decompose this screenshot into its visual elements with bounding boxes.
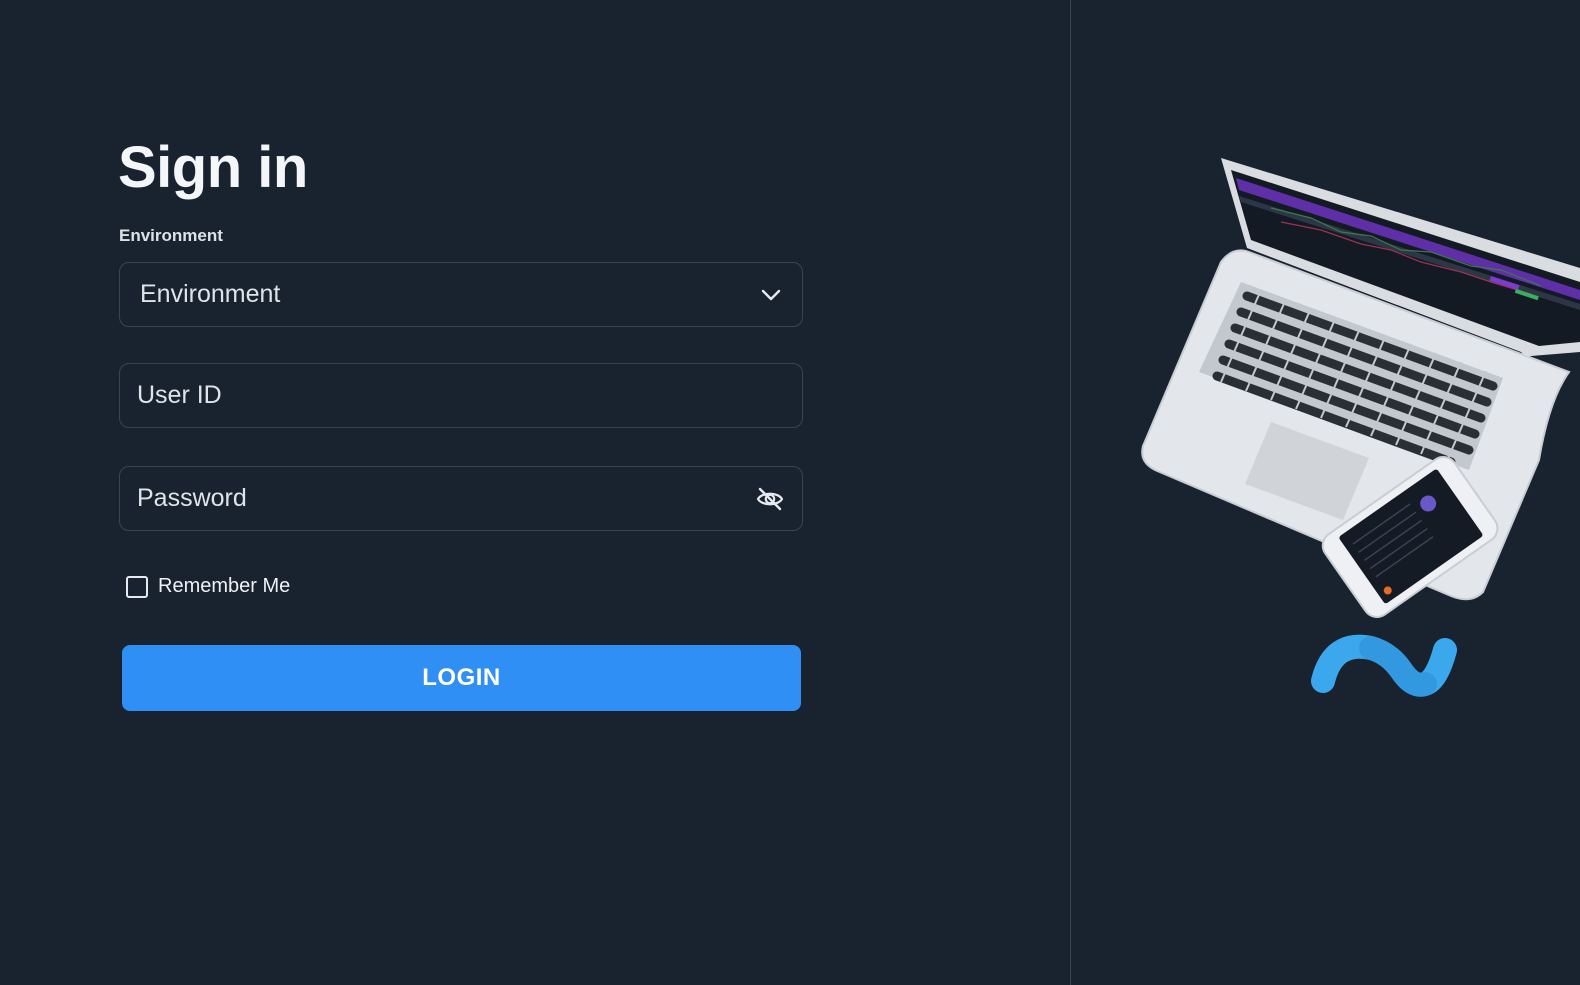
remember-me-toggle[interactable]: Remember Me <box>126 575 290 598</box>
password-field[interactable] <box>119 466 803 531</box>
login-page: Sign in Environment Environment User ID … <box>0 0 1580 985</box>
environment-select[interactable]: Environment <box>119 262 803 327</box>
login-button[interactable]: LOGIN <box>122 645 801 711</box>
user-id-field[interactable] <box>119 363 803 428</box>
page-title: Sign in <box>118 135 308 200</box>
password-input[interactable] <box>137 484 755 513</box>
remember-me-checkbox[interactable] <box>126 575 148 598</box>
illustration-panel <box>1071 0 1580 985</box>
eye-off-icon[interactable] <box>755 484 785 514</box>
chevron-down-icon[interactable] <box>760 284 782 306</box>
environment-select-value: Environment <box>140 280 281 308</box>
environment-label: Environment <box>119 226 223 245</box>
remember-me-label: Remember Me <box>158 575 291 597</box>
user-id-input[interactable] <box>137 381 785 410</box>
laptop-phone-illustration <box>1141 158 1580 697</box>
wave-logo <box>1311 634 1457 697</box>
signin-panel: Sign in Environment Environment User ID … <box>0 0 1070 985</box>
